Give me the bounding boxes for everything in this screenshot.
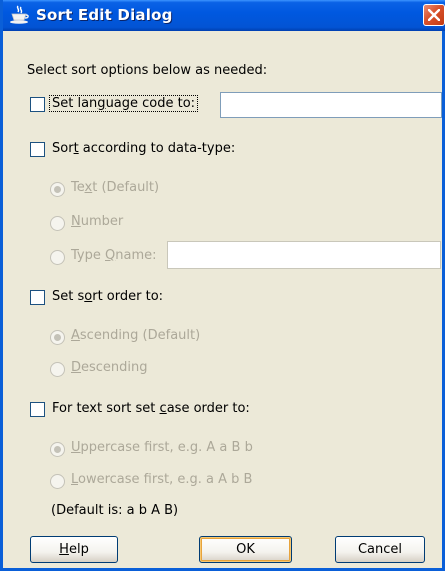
sort-edit-dialog: Sort Edit Dialog Select sort options bel… (0, 0, 445, 571)
radio-ascending-label[interactable]: Ascending (Default) (71, 328, 200, 343)
label-part: according to data-type: (78, 141, 236, 156)
radio-text[interactable] (50, 182, 65, 197)
case-order-label[interactable]: For text sort set case order to: (52, 401, 250, 416)
label-part: t (Default) (92, 180, 160, 195)
radio-lowercase-first[interactable] (50, 474, 65, 489)
label-part: Set s (52, 289, 85, 304)
window-title: Sort Edit Dialog (36, 6, 173, 24)
mnemonic: g (97, 96, 106, 111)
radio-uppercase-first[interactable] (50, 442, 65, 457)
label-part: Set lan (52, 96, 98, 111)
radio-uppercase-first-label[interactable]: Uppercase first, e.g. A a B b (71, 440, 253, 455)
label-part: ppercase first, e.g. A a B b (80, 440, 253, 455)
case-order-checkbox[interactable] (30, 402, 45, 417)
mnemonic: H (59, 542, 69, 557)
language-code-input[interactable] (220, 92, 442, 118)
close-icon (428, 9, 440, 21)
label-part: For text sort set (52, 401, 160, 416)
mnemonic: N (71, 214, 81, 229)
mnemonic: Q (105, 248, 116, 263)
radio-number-label[interactable]: Number (71, 214, 123, 229)
language-code-label[interactable]: Set language code to: (49, 95, 199, 112)
radio-descending-label[interactable]: Descending (71, 360, 148, 375)
coffee-cup-icon (9, 5, 31, 25)
ok-button[interactable]: OK (199, 536, 292, 563)
radio-text-label[interactable]: Text (Default) (71, 180, 159, 195)
label-part: rt order to: (92, 289, 164, 304)
radio-type-qname-label[interactable]: Type Qname: (71, 248, 156, 263)
language-code-checkbox[interactable] (30, 97, 45, 112)
intro-text: Select sort options below as needed: (27, 63, 268, 78)
label-part: ase order to: (166, 401, 250, 416)
sort-order-checkbox[interactable] (30, 290, 45, 305)
default-case-note: (Default is: a b A B) (51, 503, 179, 518)
radio-ascending[interactable] (50, 330, 65, 345)
close-button[interactable] (423, 4, 445, 26)
label-part: scending (Default) (79, 328, 201, 343)
cancel-button[interactable]: Cancel (335, 536, 425, 563)
mnemonic: U (71, 440, 81, 455)
dialog-body: Select sort options below as needed: Set… (3, 31, 445, 571)
label-part: Sor (52, 141, 74, 156)
title-bar[interactable]: Sort Edit Dialog (3, 0, 445, 31)
radio-descending[interactable] (50, 362, 65, 377)
label-part: escending (81, 360, 148, 375)
help-button[interactable]: Help (30, 536, 118, 563)
radio-lowercase-first-label[interactable]: Lowercase first, e.g. a A b B (71, 472, 252, 487)
label-part: name: (115, 248, 157, 263)
label-part: Type (71, 248, 105, 263)
sort-order-label[interactable]: Set sort order to: (52, 289, 163, 304)
data-type-checkbox[interactable] (30, 142, 45, 157)
label-part: Te (71, 180, 85, 195)
label-part: owercase first, e.g. a A b B (78, 472, 253, 487)
data-type-label[interactable]: Sort according to data-type: (52, 141, 235, 156)
mnemonic: D (71, 360, 82, 375)
mnemonic: L (71, 472, 79, 487)
qname-input[interactable] (167, 241, 441, 269)
label-part: uage code to: (105, 96, 196, 111)
label-part: umber (80, 214, 124, 229)
radio-number[interactable] (50, 216, 65, 231)
label-part: elp (68, 542, 89, 557)
radio-type-qname[interactable] (50, 250, 65, 265)
mnemonic: A (71, 328, 80, 343)
mnemonic: c (159, 401, 167, 416)
